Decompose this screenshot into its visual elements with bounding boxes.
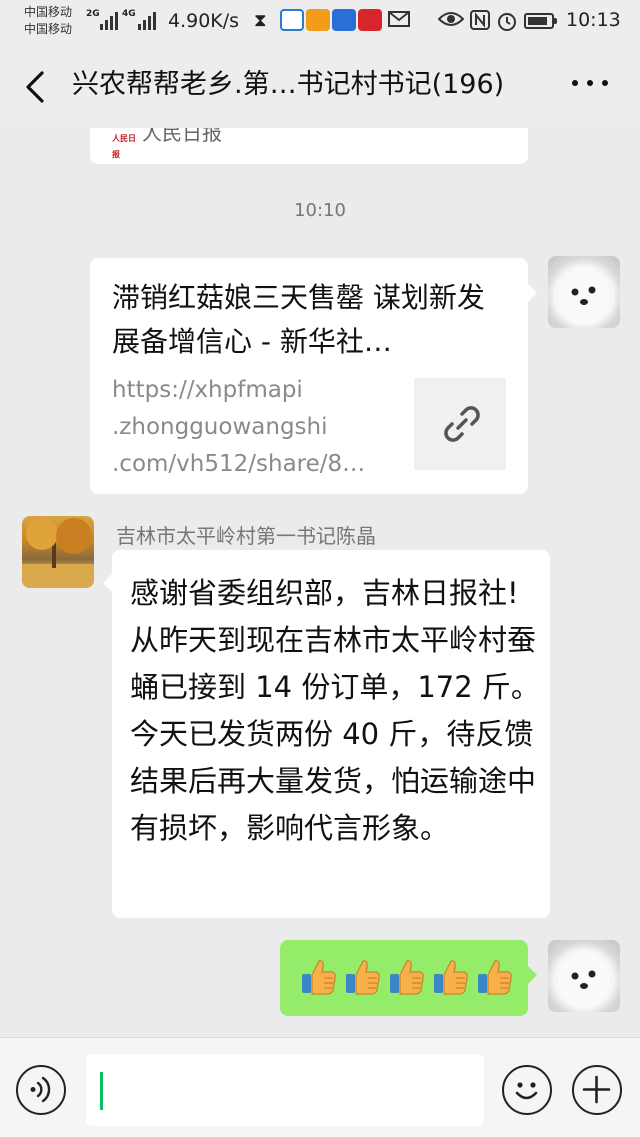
chevron-left-icon[interactable] [22, 70, 52, 104]
link-url-line: https://xhpfmapi [112, 377, 303, 403]
voice-icon[interactable] [16, 1065, 66, 1115]
nfc-icon [470, 10, 490, 32]
thumbs-up-emoji-row [300, 957, 514, 997]
app-icon [306, 9, 330, 31]
thumbs-up-icon [390, 960, 424, 995]
thumbs-up-icon [302, 960, 336, 995]
network-speed: 4.90K/s [168, 10, 240, 32]
source-logo: 人民日报 [112, 133, 136, 159]
link-url: https://xhpfmapi .zhongguowangshi .com/v… [112, 372, 402, 483]
message-text: 感谢省委组织部，吉林日报社!从昨天到现在吉林市太平岭村蚕蛹已接到 14 份订单，… [130, 576, 540, 845]
message-timestamp: 10:10 [294, 200, 346, 221]
thumbs-up-icon [434, 960, 468, 995]
more-dots-icon[interactable] [572, 80, 608, 90]
carrier-2: 中国移动 [24, 22, 73, 36]
app-icon [358, 9, 382, 31]
network-type-1: 2G [86, 9, 100, 19]
battery-icon [524, 13, 557, 29]
link-title: 滞销红菇娘三天售罄 谋划新发展备增信心 - 新华社… [112, 281, 485, 358]
emoji-icon[interactable] [502, 1065, 552, 1115]
link-icon [444, 406, 480, 442]
signal-icon [138, 10, 156, 30]
autumn-avatar-image [22, 518, 94, 588]
link-thumbnail [414, 378, 506, 470]
previous-article-card[interactable]: 人民日报 人民日报 [90, 128, 528, 164]
mail-icon [388, 10, 410, 32]
dog-avatar-image [558, 952, 610, 1008]
avatar[interactable] [548, 256, 620, 328]
message-bubble[interactable]: 感谢省委组织部，吉林日报社!从昨天到现在吉林市太平岭村蚕蛹已接到 14 份订单，… [103, 550, 550, 918]
carrier-1: 中国移动 [24, 5, 73, 19]
message-input[interactable] [86, 1054, 484, 1126]
own-message-bubble[interactable] [280, 940, 537, 1016]
alarm-icon [496, 10, 518, 32]
text-caret [100, 1072, 103, 1110]
chat-area[interactable]: 人民日报 人民日报 10:10 滞销红菇娘三天售罄 谋划新发展备增信心 - 新华… [0, 128, 640, 1037]
eye-icon [437, 10, 465, 32]
thumbs-up-icon [478, 960, 512, 995]
link-url-line: .zhongguowangshi [112, 414, 328, 440]
status-time: 10:13 [566, 9, 621, 31]
input-bar [0, 1037, 640, 1137]
avatar[interactable] [22, 516, 94, 588]
chat-header: 兴农帮帮老乡.第…书记村书记(196) [0, 44, 640, 128]
shared-link-card[interactable]: 滞销红菇娘三天售罄 谋划新发展备增信心 - 新华社… https://xhpfm… [90, 258, 537, 494]
app-icon [280, 9, 304, 31]
hourglass-icon: ⧗ [254, 10, 267, 31]
thumbs-up-icon [346, 960, 380, 995]
avatar[interactable] [548, 940, 620, 1012]
link-url-line: .com/vh512/share/8… [112, 451, 366, 477]
status-bar: 中国移动 中国移动 2G 4G 4.90K/s ⧗ 10:13 [0, 0, 640, 44]
signal-icon [100, 10, 118, 30]
carrier-labels: 中国移动 中国移动 [24, 4, 72, 38]
app-icon [332, 9, 356, 31]
chat-title: 兴农帮帮老乡.第…书记村书记(196) [72, 69, 505, 100]
sender-name: 吉林市太平岭村第一书记陈晶 [116, 524, 376, 548]
network-type-2: 4G [122, 9, 136, 19]
article-source: 人民日报 [142, 128, 222, 145]
dog-avatar-image [558, 268, 610, 324]
plus-icon[interactable] [572, 1065, 622, 1115]
